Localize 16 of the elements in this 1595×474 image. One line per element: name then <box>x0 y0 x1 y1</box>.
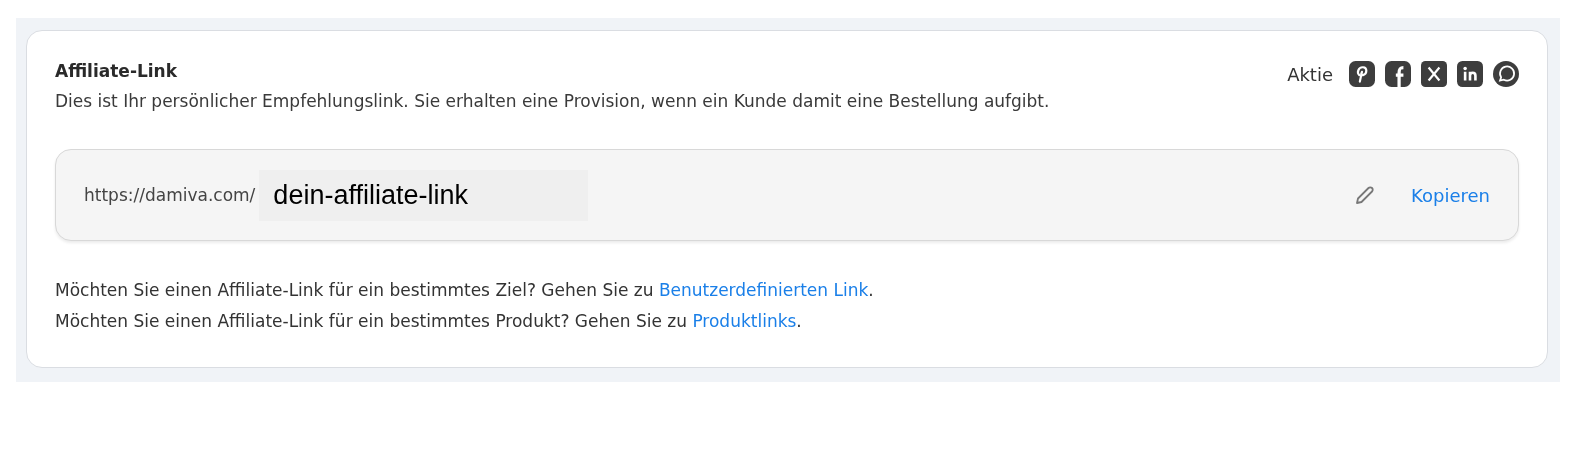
copy-link[interactable]: Kopieren <box>1411 184 1490 206</box>
hint-sentence: Möchten Sie einen Affiliate-Link für ein bestimmtes Produkt? Gehen Sie zu Produktlinks. <box>55 310 803 333</box>
share-label: Aktie <box>1287 63 1333 85</box>
hint-link[interactable]: Benutzerdefinierten Link <box>658 280 869 300</box>
whatsapp-logo-icon[interactable] <box>1493 61 1519 87</box>
description: Dies ist Ihr persönlicher Empfehlungslink. Sie erhalten eine Provision, wenn ein Kunde damit eine Bestellung aufgibt. <box>55 90 1050 113</box>
linkedin-logo-icon[interactable] <box>1457 61 1483 87</box>
x-logo-icon[interactable] <box>1421 61 1447 87</box>
pin-logo-icon[interactable] <box>1349 61 1375 87</box>
slug-input[interactable]: dein-affiliate-link <box>259 169 588 221</box>
hint-sentence: Möchten Sie einen Affiliate-Link für ein bestimmtes Ziel? Gehen Sie zu Benutzerdefinierten Link. <box>55 279 875 302</box>
card-title: Affiliate-Link <box>55 61 179 81</box>
link-field[interactable]: https://damiva.com/ dein-affiliate-link Kopieren <box>55 149 1519 241</box>
hint-link[interactable]: Produktlinks <box>692 311 797 331</box>
url-prefix: https://damiva.com/ <box>84 185 256 205</box>
facebook-logo-icon[interactable] <box>1385 61 1411 87</box>
